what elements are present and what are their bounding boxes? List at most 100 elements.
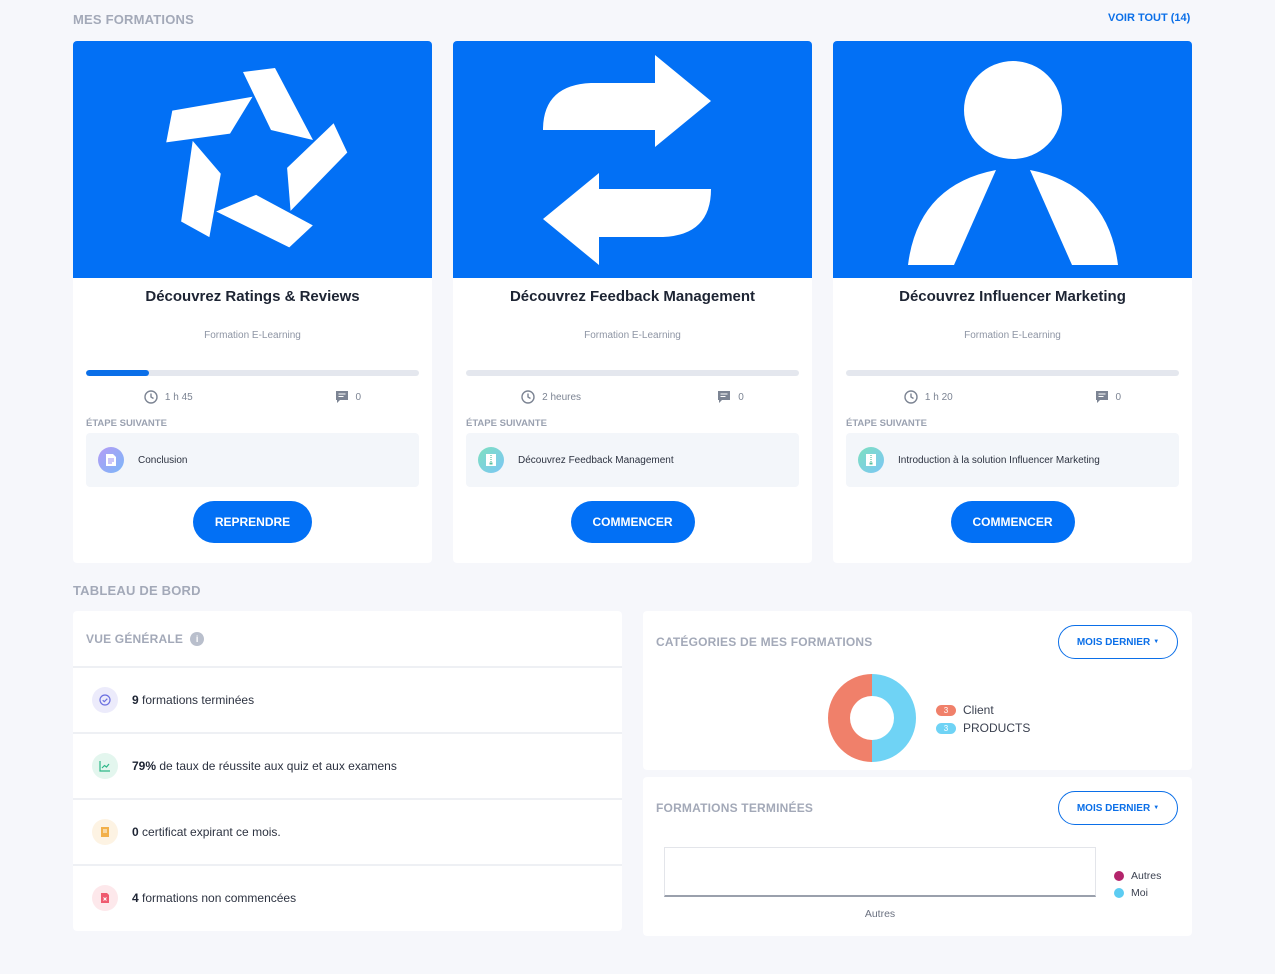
- legend-count: 3: [936, 722, 956, 734]
- course-type: Formation E-Learning: [964, 330, 1061, 341]
- completed-title: FORMATIONS TERMINÉES: [656, 801, 814, 815]
- course-type: Formation E-Learning: [204, 330, 301, 341]
- legend-item[interactable]: 3 Client: [936, 703, 1030, 717]
- info-icon[interactable]: i: [190, 631, 205, 646]
- progress-bar: [466, 370, 799, 376]
- categories-panel: CATÉGORIES DE MES FORMATIONS MOIS DERNIE…: [643, 611, 1192, 770]
- donut-slice-products[interactable]: [872, 674, 916, 762]
- next-step-title: Introduction à la solution Influencer Ma…: [898, 454, 1100, 466]
- course-duration: 1 h 45: [164, 391, 193, 403]
- legend-item[interactable]: 3 PRODUCTS: [936, 721, 1030, 735]
- categories-donut-chart: [828, 674, 916, 762]
- comment-icon: [335, 391, 348, 403]
- completed-panel: FORMATIONS TERMINÉES MOIS DERNIER ▼ Autre…: [643, 777, 1192, 936]
- stat-text: de taux de réussite aux quiz et aux exam…: [156, 759, 397, 773]
- course-duration: 1 h 20: [924, 391, 953, 403]
- legend-label: Autres: [1131, 870, 1162, 882]
- caret-down-icon: ▼: [1153, 639, 1160, 645]
- completed-period-dropdown[interactable]: MOIS DERNIER ▼: [1058, 791, 1178, 825]
- comment-icon: [1095, 391, 1108, 403]
- legend-count: 3: [936, 704, 956, 716]
- zip-file-icon: [478, 447, 504, 473]
- x-axis-label: Autres: [864, 908, 896, 920]
- course-type: Formation E-Learning: [584, 330, 681, 341]
- swap-arrows-icon: [542, 54, 711, 265]
- progress-bar: [86, 370, 419, 376]
- stat-value: 79%: [132, 759, 157, 773]
- progress-bar: [846, 370, 1179, 376]
- course-hero[interactable]: [73, 41, 432, 278]
- next-step-title: Conclusion: [138, 454, 188, 466]
- stat-value: 9: [132, 693, 139, 707]
- dashboard-section-title: TABLEAU DE BORD: [73, 583, 201, 598]
- stat-text: formations terminées: [138, 693, 255, 707]
- comment-count: 0: [738, 391, 744, 403]
- person-icon: [907, 60, 1118, 265]
- legend-item[interactable]: Moi: [1114, 887, 1161, 899]
- zip-file-icon: [858, 447, 884, 473]
- course-card: Découvrez Influencer Marketing Formation…: [833, 41, 1192, 563]
- see-all-link[interactable]: VOIR TOUT (14): [1108, 12, 1190, 24]
- completed-legend: Autres Moi: [1114, 870, 1161, 899]
- legend-label: PRODUCTS: [963, 721, 1031, 735]
- star-pinwheel-icon: [165, 67, 347, 247]
- course-hero[interactable]: [453, 41, 812, 278]
- course-title[interactable]: Découvrez Ratings & Reviews: [73, 288, 432, 305]
- overview-panel: VUE GÉNÉRALE i 9 formations terminées 79…: [73, 611, 622, 931]
- stat-text: certificat expirant ce mois.: [138, 825, 281, 839]
- course-card: Découvrez Feedback Management Formation …: [453, 41, 812, 563]
- stat-value: 0: [132, 825, 139, 839]
- next-step-title: Découvrez Feedback Management: [518, 454, 674, 466]
- next-step[interactable]: Introduction à la solution Influencer Ma…: [846, 433, 1179, 487]
- course-duration: 2 heures: [542, 391, 582, 403]
- course-card: Découvrez Ratings & Reviews Formation E-…: [73, 41, 432, 563]
- next-step[interactable]: Découvrez Feedback Management: [466, 433, 799, 487]
- legend-label: Client: [963, 703, 994, 717]
- comment-count: 0: [355, 391, 362, 403]
- progress-fill: [86, 370, 150, 376]
- clock-icon: [521, 390, 535, 404]
- certificate-icon: [92, 819, 118, 845]
- stat-row: 0 certificat expirant ce mois.: [73, 798, 622, 864]
- course-hero[interactable]: [833, 41, 1192, 278]
- start-button[interactable]: COMMENCER: [950, 501, 1075, 543]
- caret-down-icon: ▼: [1153, 805, 1160, 811]
- legend-dot: [1114, 888, 1124, 898]
- stat-text: formations non commencées: [138, 891, 297, 905]
- chart-up-icon: [92, 753, 118, 779]
- course-meta: 2 heures 0: [453, 390, 812, 404]
- course-title[interactable]: Découvrez Feedback Management: [453, 288, 812, 305]
- start-button[interactable]: COMMENCER: [570, 501, 695, 543]
- categories-title: CATÉGORIES DE MES FORMATIONS: [656, 635, 873, 649]
- comment-count: 0: [1115, 391, 1122, 403]
- clock-icon: [904, 390, 918, 404]
- stat-row: 9 formations terminées: [73, 666, 622, 732]
- legend-dot: [1114, 871, 1124, 881]
- categories-legend: 3 Client 3 PRODUCTS: [936, 703, 1030, 735]
- file-x-icon: [92, 885, 118, 911]
- comment-icon: [718, 391, 731, 403]
- next-step[interactable]: Conclusion: [86, 433, 419, 487]
- stat-value: 4: [132, 891, 139, 905]
- check-circle-icon: [92, 687, 118, 713]
- overview-title: VUE GÉNÉRALE: [86, 631, 184, 646]
- stat-row: 79% de taux de réussite aux quiz et aux …: [73, 732, 622, 798]
- completed-bar-chart: [664, 847, 1096, 897]
- next-step-label: ÉTAPE SUIVANTE: [86, 418, 167, 429]
- legend-item[interactable]: Autres: [1114, 870, 1161, 882]
- course-title[interactable]: Découvrez Influencer Marketing: [833, 288, 1192, 305]
- stat-row: 4 formations non commencées: [73, 864, 622, 930]
- donut-slice-client[interactable]: [828, 674, 872, 762]
- clock-icon: [144, 390, 158, 404]
- legend-label: Moi: [1131, 887, 1148, 899]
- next-step-label: ÉTAPE SUIVANTE: [466, 418, 547, 429]
- period-label: MOIS DERNIER: [1076, 802, 1151, 814]
- course-meta: 1 h 20 0: [833, 390, 1192, 404]
- resume-button[interactable]: REPRENDRE: [192, 501, 313, 543]
- categories-period-dropdown[interactable]: MOIS DERNIER ▼: [1058, 625, 1178, 659]
- next-step-label: ÉTAPE SUIVANTE: [846, 418, 927, 429]
- formations-section-title: MES FORMATIONS: [73, 12, 194, 27]
- course-meta: 1 h 45 0: [73, 390, 432, 404]
- document-icon: [98, 447, 124, 473]
- period-label: MOIS DERNIER: [1076, 636, 1151, 648]
